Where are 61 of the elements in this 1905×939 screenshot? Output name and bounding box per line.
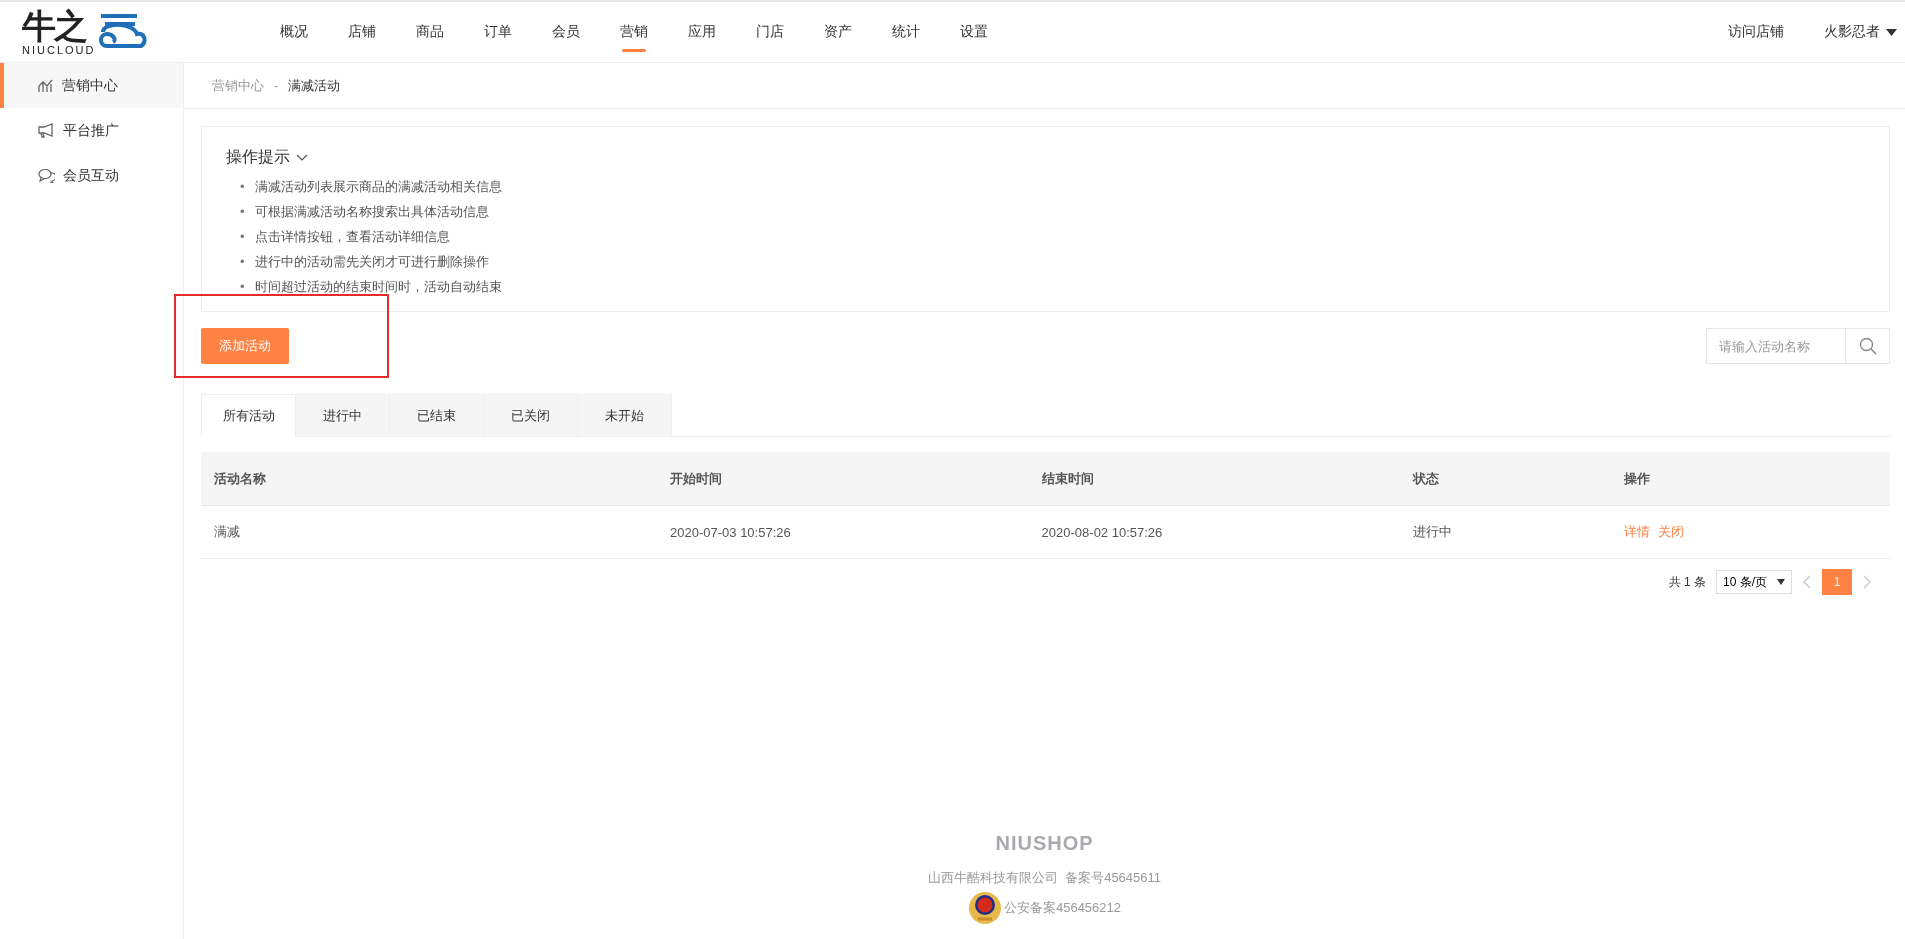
nav-tab[interactable]: 店铺 (328, 2, 396, 62)
filter-tab[interactable]: 已关闭 (483, 394, 578, 436)
column-header: 状态 (1400, 452, 1612, 506)
column-header: 操作 (1611, 452, 1890, 506)
breadcrumb-item: 满减活动 (288, 76, 341, 95)
tip-text: 满减活动列表展示商品的满减活动相关信息 (254, 178, 502, 196)
column-header: 结束时间 (1028, 452, 1401, 506)
chart-icon (38, 78, 54, 93)
chevron-icon[interactable] (296, 153, 308, 162)
nav-tab[interactable]: 资产 (804, 2, 872, 62)
bullet: • (240, 203, 245, 221)
footer-brand: NIUSHOP (995, 832, 1094, 855)
caret-icon[interactable] (1886, 28, 1897, 36)
bullet: • (240, 253, 245, 271)
sidebar-item[interactable]: 营销中心 (0, 63, 183, 108)
caret-icon[interactable] (1777, 579, 1785, 585)
table-cell: 满减 (201, 505, 657, 559)
sidebar-item[interactable]: 会员互动 (0, 153, 183, 198)
nav-tab[interactable]: 会员 (532, 2, 600, 62)
emblem-icon (967, 891, 1002, 925)
search-field[interactable]: 请输入活动名称 (1706, 328, 1846, 364)
filter-tab[interactable]: 进行中 (295, 394, 390, 436)
tips-title: 操作提示 (226, 147, 290, 167)
search-icon[interactable] (1858, 337, 1877, 355)
total-count: 共 1 条 (1668, 573, 1706, 591)
bullet: • (240, 278, 245, 296)
breadcrumb-item: - (274, 78, 279, 93)
column-header: 活动名称 (201, 452, 657, 506)
column-header: 开始时间 (657, 452, 1029, 506)
logo-mark: 牛之 (22, 8, 88, 43)
table-cell: 2020-07-03 10:57:26 (657, 505, 1029, 559)
nav-tab[interactable]: 统计 (872, 2, 940, 62)
nav-tab[interactable]: 商品 (396, 2, 464, 62)
breadcrumb-item: 营销中心 (212, 76, 264, 95)
filter-tab[interactable]: 已结束 (389, 394, 484, 436)
nav-tab[interactable]: 营销 (600, 2, 668, 62)
logo-name: NIUCLOUD (22, 44, 96, 56)
tip-text: 点击详情按钮，查看活动详细信息 (254, 228, 450, 246)
nav-tab[interactable]: 概况 (260, 2, 328, 62)
filter-tab[interactable]: 未开始 (577, 394, 672, 436)
bullet: • (240, 228, 245, 246)
nav-tab[interactable]: 设置 (940, 2, 1008, 62)
nav-tab[interactable]: 应用 (668, 2, 736, 62)
user-name[interactable]: 火影忍者 (1824, 23, 1880, 41)
police-record: 公安备案456456212 (1003, 899, 1122, 917)
page-size-select[interactable]: 10 条/页 (1716, 570, 1792, 594)
nav-tab[interactable]: 门店 (736, 2, 804, 62)
tip-text: 进行中的活动需先关闭才可进行删除操作 (254, 253, 489, 271)
chat-icon (38, 168, 55, 183)
visit-store-link[interactable]: 访问店铺 (1728, 23, 1784, 41)
tip-text: 可根据满减活动名称搜索出具体活动信息 (254, 203, 489, 221)
company-record: 山西牛酷科技有限公司 备案号45645611 (927, 869, 1162, 887)
megaphone-icon (38, 123, 55, 138)
filter-tab[interactable]: 所有活动 (201, 394, 296, 437)
table-cell: 进行中 (1400, 505, 1612, 559)
bullet: • (240, 178, 245, 196)
search-button[interactable] (1846, 328, 1890, 364)
sidebar-item[interactable]: 平台推广 (0, 108, 183, 153)
table-cell: 2020-08-02 10:57:26 (1028, 505, 1401, 559)
tip-text: 时间超过活动的结束时间时，活动自动结束 (254, 278, 502, 296)
nav-tab[interactable]: 订单 (464, 2, 532, 62)
